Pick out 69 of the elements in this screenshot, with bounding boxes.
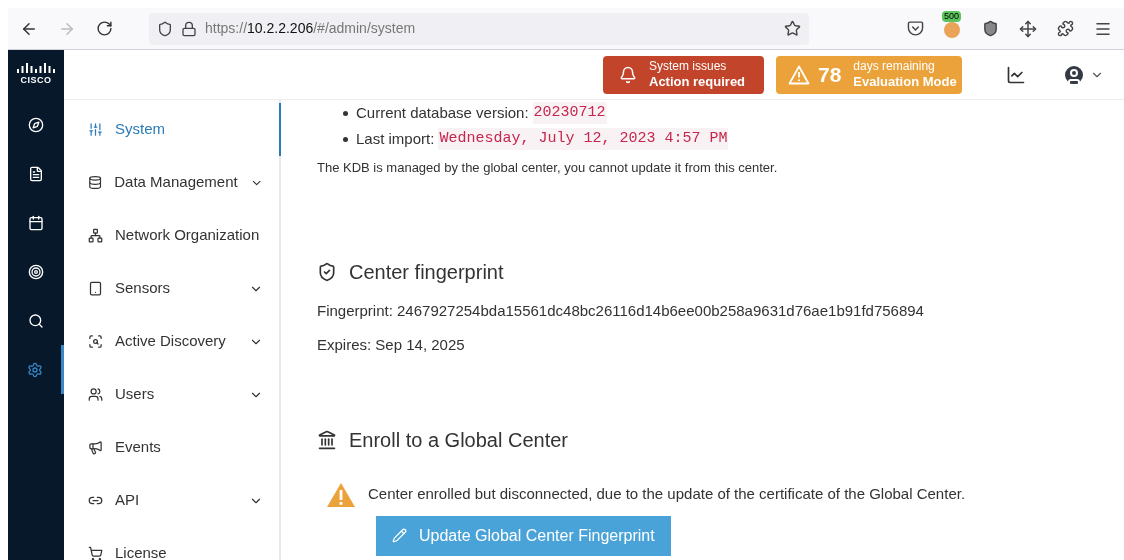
calendar-icon [28, 214, 44, 231]
sliders-icon [88, 122, 103, 137]
scan-icon [88, 334, 103, 349]
sidebar-item[interactable]: System [64, 103, 281, 156]
search-icon [28, 312, 44, 329]
database-icon [88, 175, 103, 190]
compass-icon [28, 116, 44, 133]
sidebar-label: System [115, 119, 165, 140]
extensions-icon[interactable] [1057, 20, 1074, 37]
bullet-icon [343, 110, 348, 116]
sidebar-label: Events [115, 437, 161, 458]
warning-icon [788, 64, 810, 85]
kdb-label: Last import: [356, 128, 435, 149]
days-count: 78 [818, 61, 842, 88]
evaluation-mode: Evaluation Mode [853, 73, 957, 91]
section-title: Center fingerprint [349, 259, 504, 285]
lock-icon[interactable] [181, 20, 197, 37]
extension-badge: 500 [942, 10, 962, 22]
sidebar-label: Active Discovery [115, 331, 226, 352]
pocket-icon[interactable] [907, 20, 924, 37]
reload-icon[interactable] [96, 20, 113, 37]
users-icon [88, 387, 103, 402]
sidebar-item[interactable]: Sensors [64, 262, 279, 315]
sidebar-item[interactable]: Users [64, 368, 279, 421]
shield-icon[interactable] [157, 20, 173, 37]
expiry-text: Expires: Sep 14, 2025 [317, 335, 466, 355]
sidebar-label: Data Management [114, 172, 238, 193]
sidebar-label: Network Organization [115, 225, 260, 246]
document-icon [28, 165, 44, 182]
sidebar-label: Users [115, 384, 155, 405]
target-icon [28, 263, 44, 280]
kdb-note: The KDB is managed by the global center, you cannot update it from this center. [317, 159, 779, 177]
sidebar-item[interactable]: Data Management [64, 156, 279, 209]
password-manager-icon[interactable] [982, 20, 999, 37]
shield-check-icon [317, 261, 337, 282]
section-title: Enroll to a Global Center [349, 427, 568, 453]
sidebar-item[interactable]: License [64, 527, 279, 560]
cisco-logo: CISCO [16, 50, 56, 100]
sidebar-item[interactable]: API [64, 474, 279, 527]
tablet-icon [88, 281, 103, 296]
network-icon [88, 228, 103, 243]
institution-icon [317, 429, 337, 450]
sidebar-item[interactable]: Active Discovery [64, 315, 279, 368]
issues-status: Action required [649, 73, 746, 91]
sidebar-label: Sensors [115, 278, 171, 299]
fingerprint-text: Fingerprint: 2467927254bda15561dc48bc26116d14b6ee00b258a9631d76ae1b91fd756894 [317, 300, 925, 321]
sidebar-label: API [115, 490, 140, 511]
days-label: days remaining [853, 58, 936, 74]
move-icon[interactable] [1019, 19, 1037, 38]
bell-icon [619, 65, 637, 84]
url-text: https://10.2.2.206/#/admin/system [205, 19, 416, 38]
warning-icon [326, 481, 356, 508]
kdb-value: 20230712 [532, 101, 607, 125]
warning-text: Center enrolled but disconnected, due to the update of the certificate of the Global Center. [368, 484, 966, 505]
system-issues-banner[interactable]: System issues Action required [603, 55, 764, 94]
chart-icon[interactable] [1006, 64, 1026, 85]
bullet-icon [343, 136, 348, 142]
kdb-value: Wednesday, July 12, 2023 4:57 PM [438, 127, 729, 151]
kdb-label: Current database version: [356, 102, 529, 123]
bookmark-star-icon[interactable] [784, 20, 801, 37]
sidebar-item[interactable]: Events [64, 421, 279, 474]
sidebar-label: License [115, 543, 167, 560]
issues-label: System issues [649, 58, 728, 74]
address-bar[interactable]: https://10.2.2.206/#/admin/system [149, 12, 809, 45]
sidebar-item[interactable]: Network Organization [64, 209, 279, 262]
megaphone-icon [88, 440, 103, 455]
settings-icon [26, 361, 43, 378]
pencil-icon [392, 528, 407, 543]
cart-icon [88, 546, 103, 560]
